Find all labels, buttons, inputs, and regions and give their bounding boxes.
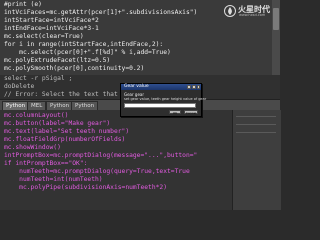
code-line: mc.select(clear=True)	[4, 33, 84, 40]
code-line: mc.polySmooth(pcer[0],continuity=0.2)	[4, 65, 145, 72]
dialog-message: set gear value, teeth gear height value …	[124, 97, 207, 101]
close-button[interactable]	[197, 85, 200, 89]
code-line: mc.select(pcer[0]+".f[%d]" % i,add=True)	[4, 49, 171, 56]
code-line: intVciFaces=mc.getAttr(pcer[1]+".subdivi…	[4, 9, 198, 16]
prompt-dialog: Gear value Gear gear set gear value, tee…	[120, 83, 206, 117]
panel-divider	[236, 116, 276, 117]
side-panel	[232, 110, 281, 210]
code-line: if intPromptBox=="OK":	[4, 160, 88, 167]
output-line: doDelete	[4, 83, 35, 90]
output-line: // Error: Select the text that you	[4, 91, 133, 98]
code-line: mc.button(label="Make gear")	[4, 120, 111, 127]
code-line: intPromptBox=mc.promptDialog(message="..…	[4, 152, 198, 159]
flame-icon	[224, 5, 236, 17]
dialog-text-input[interactable]	[124, 103, 196, 108]
code-line: intEndFace=intVciFace*3-1	[4, 25, 99, 32]
panel-divider	[236, 132, 276, 133]
code-line: mc.floatFieldGrp(numberOfFields)	[4, 136, 126, 143]
brand-logo: 火星时代 www.hxsd.com	[224, 4, 278, 18]
logo-url: www.hxsd.com	[239, 13, 266, 17]
maximize-button[interactable]	[192, 85, 196, 89]
code-line: numTeeth=mc.promptDialog(query=True,text…	[4, 168, 190, 175]
code-line: for i in range(intStartFace,intEndFace,2…	[4, 41, 164, 48]
script-editor-bottom[interactable]: mc.columnLayout() mc.button(label="Make …	[0, 110, 232, 210]
minimize-button[interactable]	[187, 85, 191, 89]
code-line: mc.polyExtrudeFacet(ltz=0.5)	[4, 57, 111, 64]
cancel-button[interactable]: Cancel	[184, 110, 198, 115]
dialog-body: Gear gear set gear value, teeth gear hei…	[121, 90, 206, 116]
code-line: intStartFace=intVciFace*2	[4, 17, 99, 24]
code-line: mc.polyPipe(subdivisionAxis=numTeeth*2)	[4, 184, 168, 191]
code-line: mc.showWindow()	[4, 144, 61, 151]
output-line: select -r pSigal ;	[4, 75, 73, 82]
code-line: numTeeth=int(numTeeth)	[4, 176, 103, 183]
code-line: mc.columnLayout()	[4, 112, 69, 119]
panel-divider	[236, 124, 276, 125]
code-line: mc.text(label="Set teeth number")	[4, 128, 130, 135]
ok-button[interactable]: OK	[169, 110, 181, 115]
code-line: #print (e)	[4, 1, 42, 8]
